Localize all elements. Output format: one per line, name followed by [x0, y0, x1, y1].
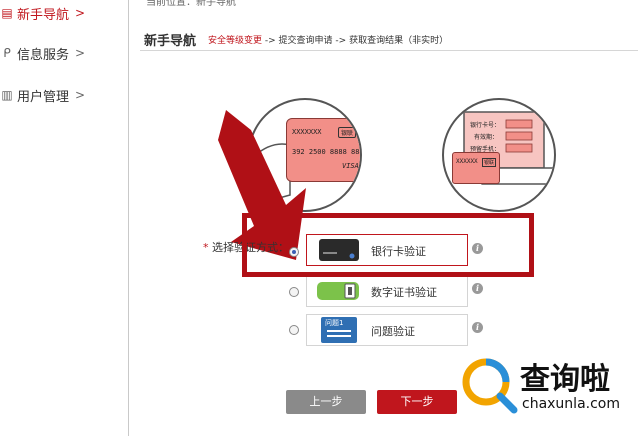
next-step-button[interactable]: 下一步 [377, 390, 457, 414]
info-icon[interactable]: i [472, 322, 483, 333]
required-marker: * [203, 241, 209, 254]
option-label: 问题验证 [371, 325, 415, 338]
question-card-text: 问题1 [325, 319, 344, 327]
card-text: XXXXXX [456, 158, 478, 165]
laptop-form-illustration: 银行卡号： 有效期： 预留手机： XXXXXX 银联 [442, 98, 556, 212]
watermark: 查询啦 chaxunla.com [462, 352, 638, 422]
small-bank-card [452, 152, 500, 184]
sidebar-item-info-service[interactable]: ᑭ 信息服务 > [0, 42, 120, 64]
chevron-right-icon: > [75, 6, 86, 20]
radio-digital-cert[interactable] [289, 287, 299, 297]
option-label: 数字证书验证 [371, 286, 437, 299]
unionpay-logo: 银联 [338, 127, 357, 138]
page-header: 新手导航 安全等级变更 -> 提交查询申请 -> 获取查询结果（非实时） [140, 28, 638, 51]
search-logo-icon [462, 358, 518, 414]
chevron-right-icon: > [75, 88, 86, 102]
book-icon: ▤ [1, 6, 13, 20]
step-current: 安全等级变更 [208, 36, 263, 46]
unionpay-logo: 银联 [482, 158, 497, 167]
sidebar-item-label: 信息服务 [17, 47, 70, 63]
visa-logo: VISA [342, 162, 359, 170]
option-question[interactable]: 问题1 问题验证 [306, 314, 468, 346]
step-last: -> 获取查询结果（非实时） [335, 36, 449, 46]
sidebar-item-newbie-guide[interactable]: ▤ 新手导航 > [0, 2, 120, 24]
chevron-right-icon: > [75, 46, 86, 60]
sidebar-item-user-management[interactable]: ▥ 用户管理 > [0, 84, 120, 106]
usb-key-icon [317, 282, 359, 300]
sidebar-item-label: 用户管理 [17, 89, 70, 105]
document-icon: ▥ [1, 88, 13, 102]
radio-question[interactable] [289, 325, 299, 335]
option-digital-cert[interactable]: 数字证书验证 [306, 275, 468, 307]
watermark-en: chaxunla.com [522, 396, 620, 412]
form-field-label: 有效期： [474, 134, 499, 141]
pin-icon: ᑭ [3, 46, 11, 60]
step-next: -> 提交查询申请 [264, 36, 333, 46]
breadcrumb: 当前位置：新手导航 [146, 0, 236, 8]
form-field-label: 银行卡号： [470, 122, 501, 129]
prev-step-button[interactable]: 上一步 [286, 390, 366, 414]
highlight-box [242, 213, 534, 277]
step-progress: 安全等级变更 -> 提交查询申请 -> 获取查询结果（非实时） [208, 33, 448, 46]
sidebar: ▤ 新手导航 > ᑭ 信息服务 > ▥ 用户管理 > [0, 0, 129, 436]
info-icon[interactable]: i [472, 283, 483, 294]
watermark-cn: 查询啦 [520, 362, 610, 397]
page-title: 新手导航 [144, 34, 197, 49]
sidebar-item-label: 新手导航 [17, 7, 70, 23]
